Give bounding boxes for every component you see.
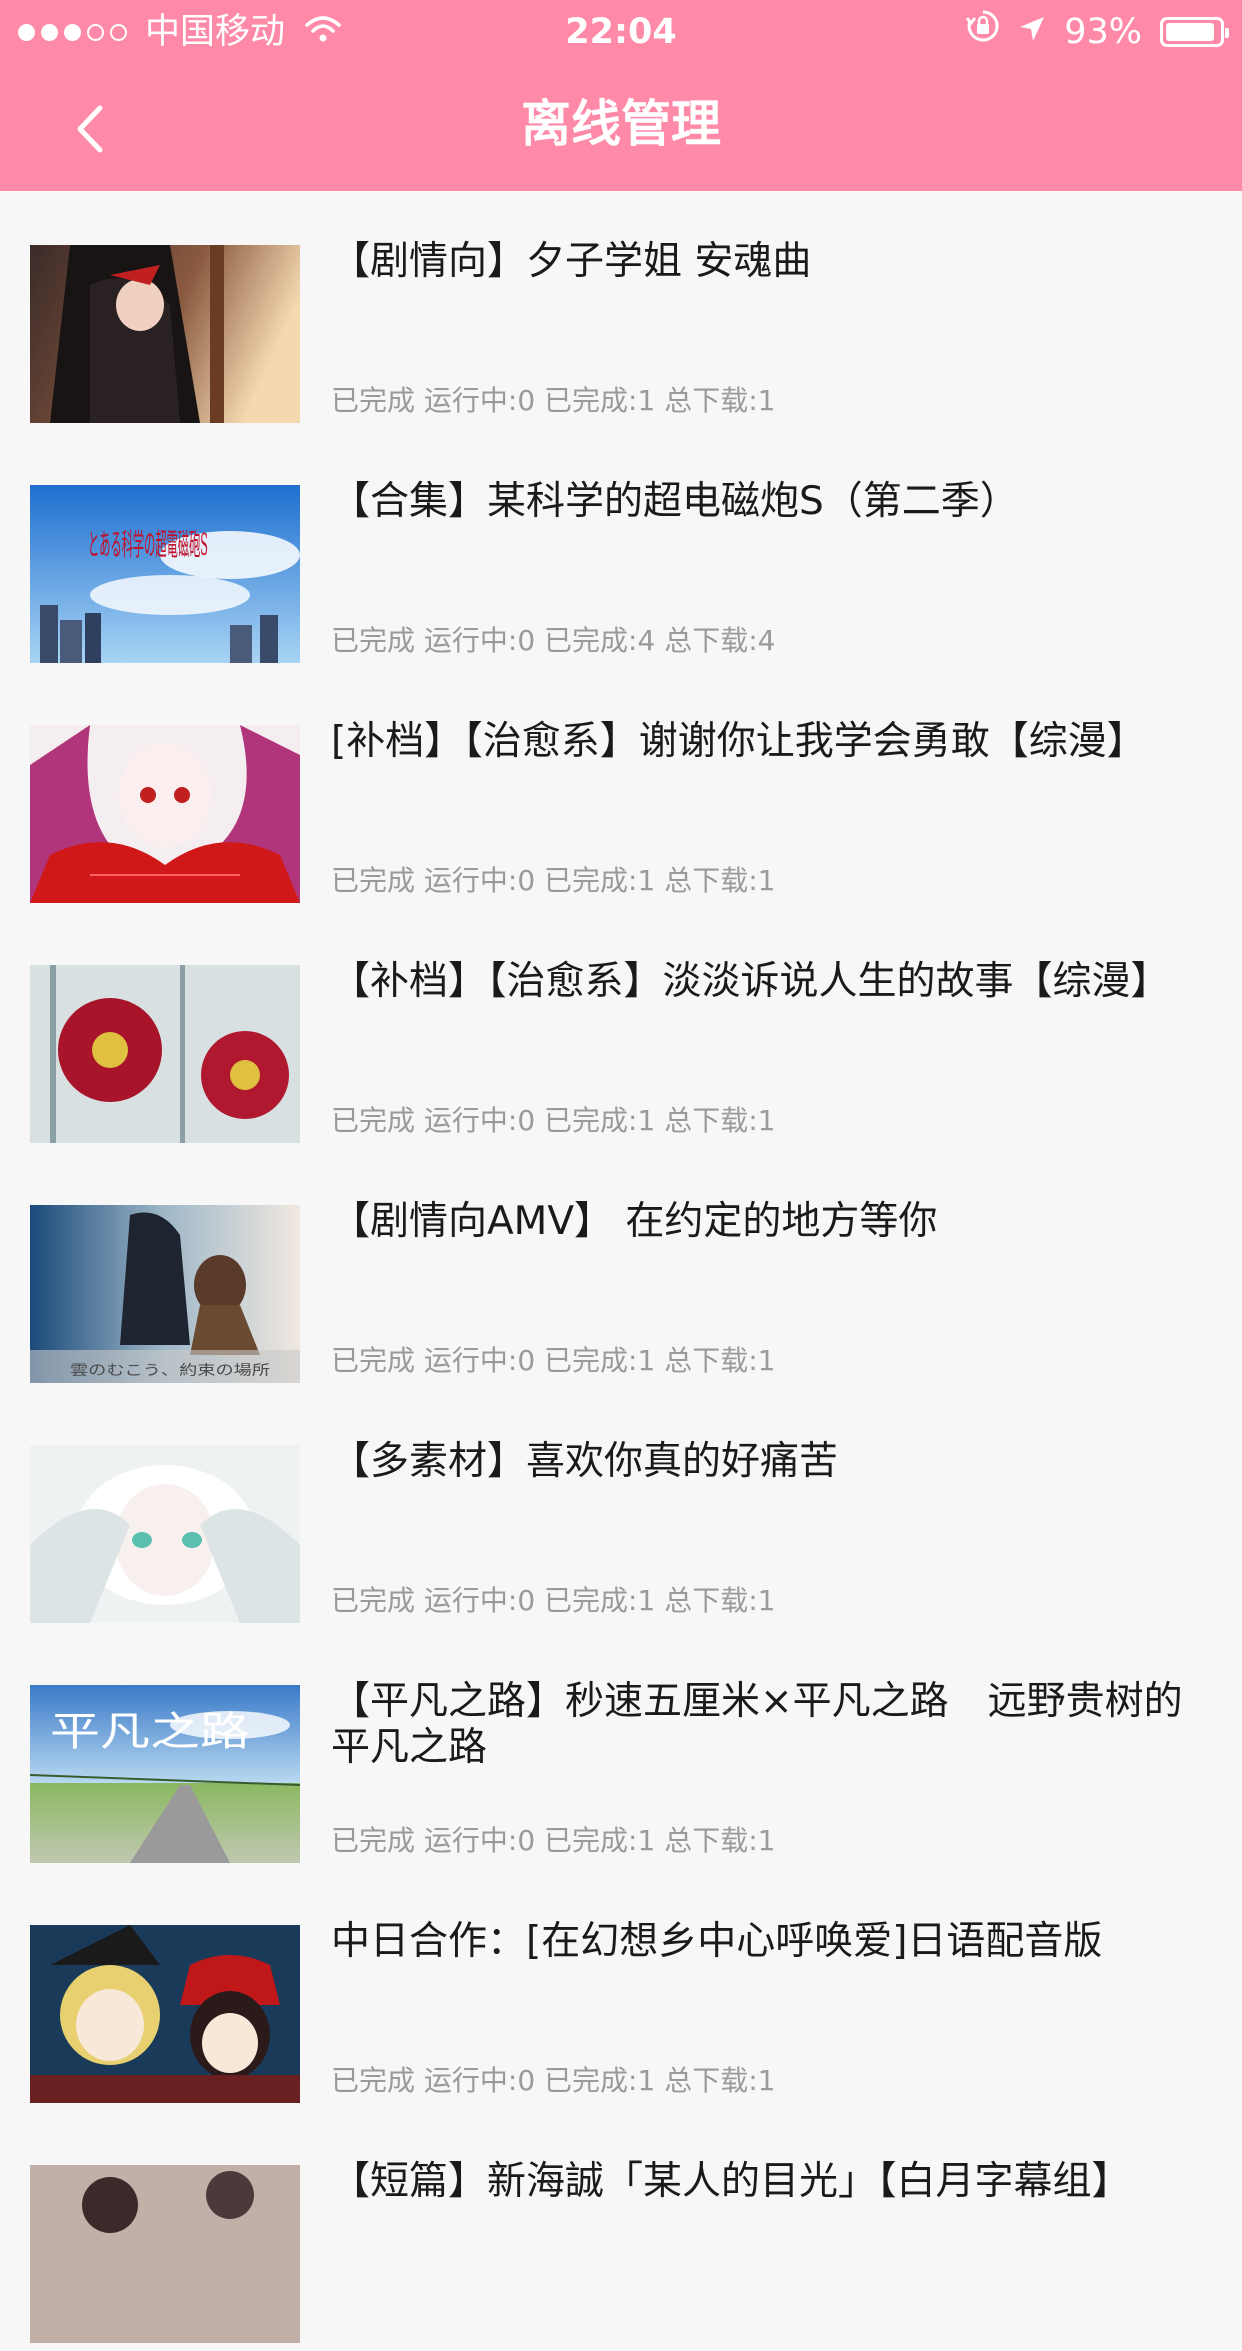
item-status: 已完成 运行中:0 已完成:1 总下载:1 bbox=[331, 1584, 776, 1617]
item-title: 【剧情向】夕子学姐 安魂曲 bbox=[331, 239, 812, 284]
thumb-title-text: とある科学の超電磁砲S bbox=[88, 528, 208, 563]
video-thumbnail bbox=[30, 1445, 300, 1623]
item-title: 【平凡之路】秒速五厘米×平凡之路 远野贵树的平凡之路 bbox=[331, 1679, 1183, 1770]
list-item[interactable]: とある科学の超電磁砲S 【合集】某科学的超电磁炮S（第二季） 已完成 运行中:0… bbox=[0, 431, 1242, 671]
battery-icon bbox=[1160, 17, 1229, 47]
video-thumbnail: とある科学の超電磁砲S bbox=[30, 485, 300, 663]
list-item[interactable]: 【短篇】新海誠「某人的目光」【白月字幕组】 bbox=[0, 2111, 1242, 2351]
video-thumbnail bbox=[30, 245, 300, 423]
item-title: 【多素材】喜欢你真的好痛苦 bbox=[331, 1439, 839, 1484]
item-title: 【短篇】新海誠「某人的目光」【白月字幕组】 bbox=[331, 2159, 1131, 2204]
list-item[interactable]: 【多素材】喜欢你真的好痛苦 已完成 运行中:0 已完成:1 总下载:1 bbox=[0, 1391, 1242, 1631]
item-title: [补档】【治愈系】谢谢你让我学会勇敢【综漫】 bbox=[331, 719, 1146, 764]
location-arrow-icon bbox=[1018, 0, 1046, 64]
item-status: 已完成 运行中:0 已完成:1 总下载:1 bbox=[331, 1344, 776, 1377]
orientation-lock-icon bbox=[966, 0, 1000, 64]
list-item[interactable]: 【剧情向】夕子学姐 安魂曲 已完成 运行中:0 已完成:1 总下载:1 bbox=[0, 191, 1242, 431]
list-item[interactable]: [补档】【治愈系】谢谢你让我学会勇敢【综漫】 已完成 运行中:0 已完成:1 总… bbox=[0, 671, 1242, 911]
battery-percent: 93% bbox=[1064, 12, 1142, 52]
item-title: 【合集】某科学的超电磁炮S（第二季） bbox=[331, 479, 1019, 524]
nav-bar: 离线管理 bbox=[0, 64, 1242, 191]
thumb-caption-text: 雲のむこう、約束の場所 bbox=[70, 1363, 270, 1379]
status-right: 93% bbox=[966, 0, 1229, 64]
app-header: 中国移动 22:04 93% 离线管理 bbox=[0, 0, 1242, 191]
item-title: 【剧情向AMV】 在约定的地方等你 bbox=[331, 1199, 938, 1244]
video-thumbnail: 雲のむこう、約束の場所 bbox=[30, 1205, 300, 1383]
video-thumbnail bbox=[30, 965, 300, 1143]
list-item[interactable]: 【补档】【治愈系】淡淡诉说人生的故事【综漫】 已完成 运行中:0 已完成:1 总… bbox=[0, 911, 1242, 1151]
download-list: 【剧情向】夕子学姐 安魂曲 已完成 运行中:0 已完成:1 总下载:1 とある科… bbox=[0, 191, 1242, 2351]
item-title: 中日合作：[在幻想乡中心呼唤爱]日语配音版 bbox=[331, 1919, 1103, 1964]
status-bar: 中国移动 22:04 93% bbox=[0, 0, 1242, 64]
video-thumbnail bbox=[30, 2165, 300, 2343]
list-item[interactable]: 中日合作：[在幻想乡中心呼唤爱]日语配音版 已完成 运行中:0 已完成:1 总下… bbox=[0, 1871, 1242, 2111]
item-status: 已完成 运行中:0 已完成:1 总下载:1 bbox=[331, 384, 776, 417]
list-item[interactable]: 平凡之路 【平凡之路】秒速五厘米×平凡之路 远野贵树的平凡之路 已完成 运行中:… bbox=[0, 1631, 1242, 1871]
video-thumbnail bbox=[30, 725, 300, 903]
list-item[interactable]: 雲のむこう、約束の場所 【剧情向AMV】 在约定的地方等你 已完成 运行中:0 … bbox=[0, 1151, 1242, 1391]
page-title: 离线管理 bbox=[521, 95, 721, 153]
video-thumbnail bbox=[30, 1925, 300, 2103]
item-status: 已完成 运行中:0 已完成:1 总下载:1 bbox=[331, 864, 776, 897]
item-title: 【补档】【治愈系】淡淡诉说人生的故事【综漫】 bbox=[331, 959, 1170, 1004]
item-status: 已完成 运行中:0 已完成:4 总下载:4 bbox=[331, 624, 776, 657]
video-thumbnail: 平凡之路 bbox=[30, 1685, 300, 1863]
item-status: 已完成 运行中:0 已完成:1 总下载:1 bbox=[331, 1824, 776, 1857]
thumb-title-text: 平凡之路 bbox=[50, 1709, 250, 1755]
item-status: 已完成 运行中:0 已完成:1 总下载:1 bbox=[331, 2064, 776, 2097]
item-status: 已完成 运行中:0 已完成:1 总下载:1 bbox=[331, 1104, 776, 1137]
